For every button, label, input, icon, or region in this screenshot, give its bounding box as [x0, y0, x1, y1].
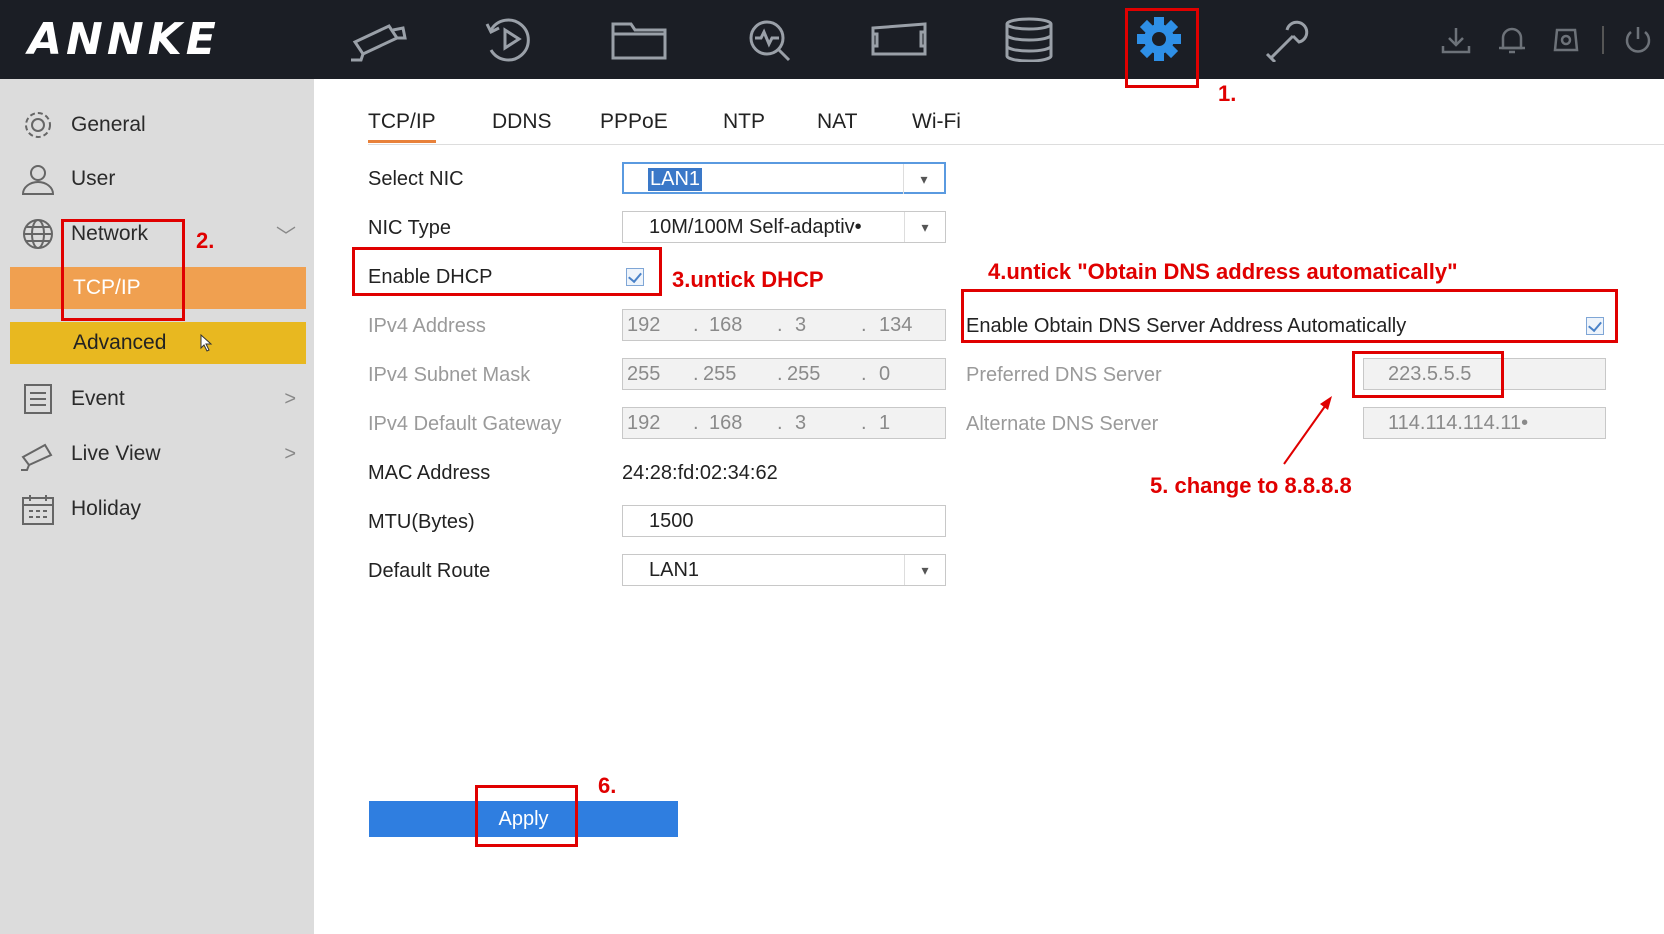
- ip-octet: 192: [627, 314, 661, 336]
- live-view-camera-icon[interactable]: [344, 12, 414, 66]
- user-icon: [18, 161, 58, 197]
- tab-tcpip[interactable]: TCP/IP: [368, 110, 436, 143]
- ip-octet: 168: [709, 412, 743, 434]
- alternate-dns-label: Alternate DNS Server: [966, 413, 1159, 435]
- nic-type-value: 10M/100M Self-adaptiv•: [649, 216, 862, 238]
- camera-management-icon[interactable]: [864, 12, 934, 66]
- maintenance-wrench-icon[interactable]: [1254, 12, 1324, 66]
- ip-octet: 3: [795, 314, 807, 336]
- top-navigation-bar: ANNKE: [0, 0, 1664, 79]
- mtu-input[interactable]: 1500: [622, 505, 946, 537]
- alarm-bell-icon[interactable]: [1492, 22, 1532, 58]
- chevron-right-icon: >: [284, 442, 296, 465]
- select-nic-dropdown[interactable]: LAN1 ▾: [622, 162, 946, 194]
- tab-bar: TCP/IP DDNS PPPoE NTP NAT Wi-Fi: [368, 108, 1664, 145]
- tab-ddns[interactable]: DDNS: [492, 110, 552, 134]
- nic-type-label: NIC Type: [368, 217, 451, 239]
- ip-octet: 134: [879, 314, 913, 336]
- annotation-step-6: 6.: [598, 773, 617, 798]
- camera-icon: [18, 436, 58, 472]
- chevron-right-icon: >: [284, 387, 296, 410]
- annotation-step-3: 3.untick DHCP: [672, 267, 824, 292]
- mtu-label: MTU(Bytes): [368, 511, 475, 533]
- annotation-step-1: 1.: [1218, 81, 1237, 106]
- sidebar-item-label: User: [71, 167, 116, 190]
- storage-icon[interactable]: [994, 12, 1064, 66]
- annotation-step-4: 4.untick "Obtain DNS address automatical…: [988, 259, 1458, 284]
- select-nic-label: Select NIC: [368, 168, 464, 190]
- calendar-icon: [18, 491, 58, 527]
- gear-icon: [18, 107, 58, 143]
- default-route-value: LAN1: [649, 559, 700, 581]
- preferred-dns-label: Preferred DNS Server: [966, 364, 1162, 386]
- ip-octet: 168: [709, 314, 743, 336]
- sidebar-subitem-advanced[interactable]: Advanced: [10, 322, 306, 364]
- annotation-arrow-icon: [1283, 396, 1332, 465]
- chevron-down-icon: ▾: [903, 164, 944, 194]
- ipv4-address-field[interactable]: 192 . 168 .3 . 134: [622, 309, 946, 341]
- sidebar-item-label: General: [71, 113, 146, 136]
- default-route-dropdown[interactable]: LAN1 ▾: [622, 554, 946, 586]
- ip-octet: 0: [879, 363, 891, 385]
- chevron-down-icon: ▾: [904, 212, 945, 242]
- power-icon[interactable]: [1618, 22, 1658, 58]
- divider: [1602, 26, 1604, 54]
- mouse-cursor-icon: [200, 334, 213, 352]
- mac-address-value: 24:28:fd:02:34:62: [622, 462, 778, 484]
- ip-octet: 1: [879, 412, 891, 434]
- sidebar-item-general[interactable]: General: [0, 100, 314, 150]
- ipv4-subnet-mask-label: IPv4 Subnet Mask: [368, 364, 531, 386]
- event-icon: [18, 381, 58, 417]
- annotation-box-apply: [475, 785, 578, 847]
- annotation-box-settings: [1125, 8, 1199, 88]
- playback-icon[interactable]: [474, 12, 544, 66]
- select-nic-value: LAN1: [648, 168, 703, 191]
- ipv4-default-gateway-label: IPv4 Default Gateway: [368, 413, 562, 435]
- sidebar-item-event[interactable]: Event >: [0, 374, 314, 424]
- ip-octet: 255: [787, 363, 821, 385]
- ip-octet: 255: [703, 363, 737, 385]
- nic-type-dropdown[interactable]: 10M/100M Self-adaptiv• ▾: [622, 211, 946, 243]
- alternate-dns-value: 114.114.114.11•: [1388, 412, 1529, 434]
- mac-address-label: MAC Address: [368, 462, 491, 484]
- sidebar-item-label: Event: [71, 387, 125, 410]
- annotation-box-dhcp: [352, 247, 662, 296]
- annke-logo: ANNKE: [28, 14, 220, 65]
- tab-nat[interactable]: NAT: [817, 110, 857, 134]
- mtu-value: 1500: [649, 510, 694, 532]
- ip-octet: 192: [627, 412, 661, 434]
- annotation-box-dns-auto: [961, 289, 1618, 343]
- ipv4-address-label: IPv4 Address: [368, 315, 486, 337]
- globe-icon: [18, 216, 58, 252]
- tab-wifi[interactable]: Wi-Fi: [912, 110, 961, 134]
- ip-octet: 255: [627, 363, 661, 385]
- backup-icon[interactable]: [1546, 22, 1586, 58]
- annotation-box-network: [61, 219, 185, 321]
- annotation-step-5: 5. change to 8.8.8.8: [1150, 473, 1352, 498]
- tab-pppoe[interactable]: PPPoE: [600, 110, 668, 134]
- chevron-down-icon: ▾: [904, 555, 945, 585]
- annotation-step-2: 2.: [196, 228, 215, 253]
- ip-octet: 3: [795, 412, 807, 434]
- tab-ntp[interactable]: NTP: [723, 110, 765, 134]
- sidebar-item-live-view[interactable]: Live View >: [0, 429, 314, 479]
- sidebar-item-label: Holiday: [71, 497, 142, 520]
- default-route-label: Default Route: [368, 560, 491, 582]
- chevron-down-icon: ﹀: [276, 225, 296, 248]
- sidebar-item-holiday[interactable]: Holiday: [0, 484, 314, 534]
- alternate-dns-input[interactable]: 114.114.114.11•: [1363, 407, 1606, 439]
- smart-analysis-icon[interactable]: [734, 12, 804, 66]
- sidebar-subitem-label: Advanced: [73, 331, 167, 354]
- annotation-box-preferred-dns: [1352, 351, 1504, 398]
- download-icon[interactable]: [1436, 22, 1476, 58]
- sidebar-item-label: Live View: [71, 442, 161, 465]
- ipv4-default-gateway-field[interactable]: 192 . 168 .3 .1: [622, 407, 946, 439]
- file-folder-icon[interactable]: [604, 12, 674, 66]
- sidebar-item-user[interactable]: User: [0, 154, 314, 204]
- ipv4-subnet-mask-field[interactable]: 255 . 255 . 255 .0: [622, 358, 946, 390]
